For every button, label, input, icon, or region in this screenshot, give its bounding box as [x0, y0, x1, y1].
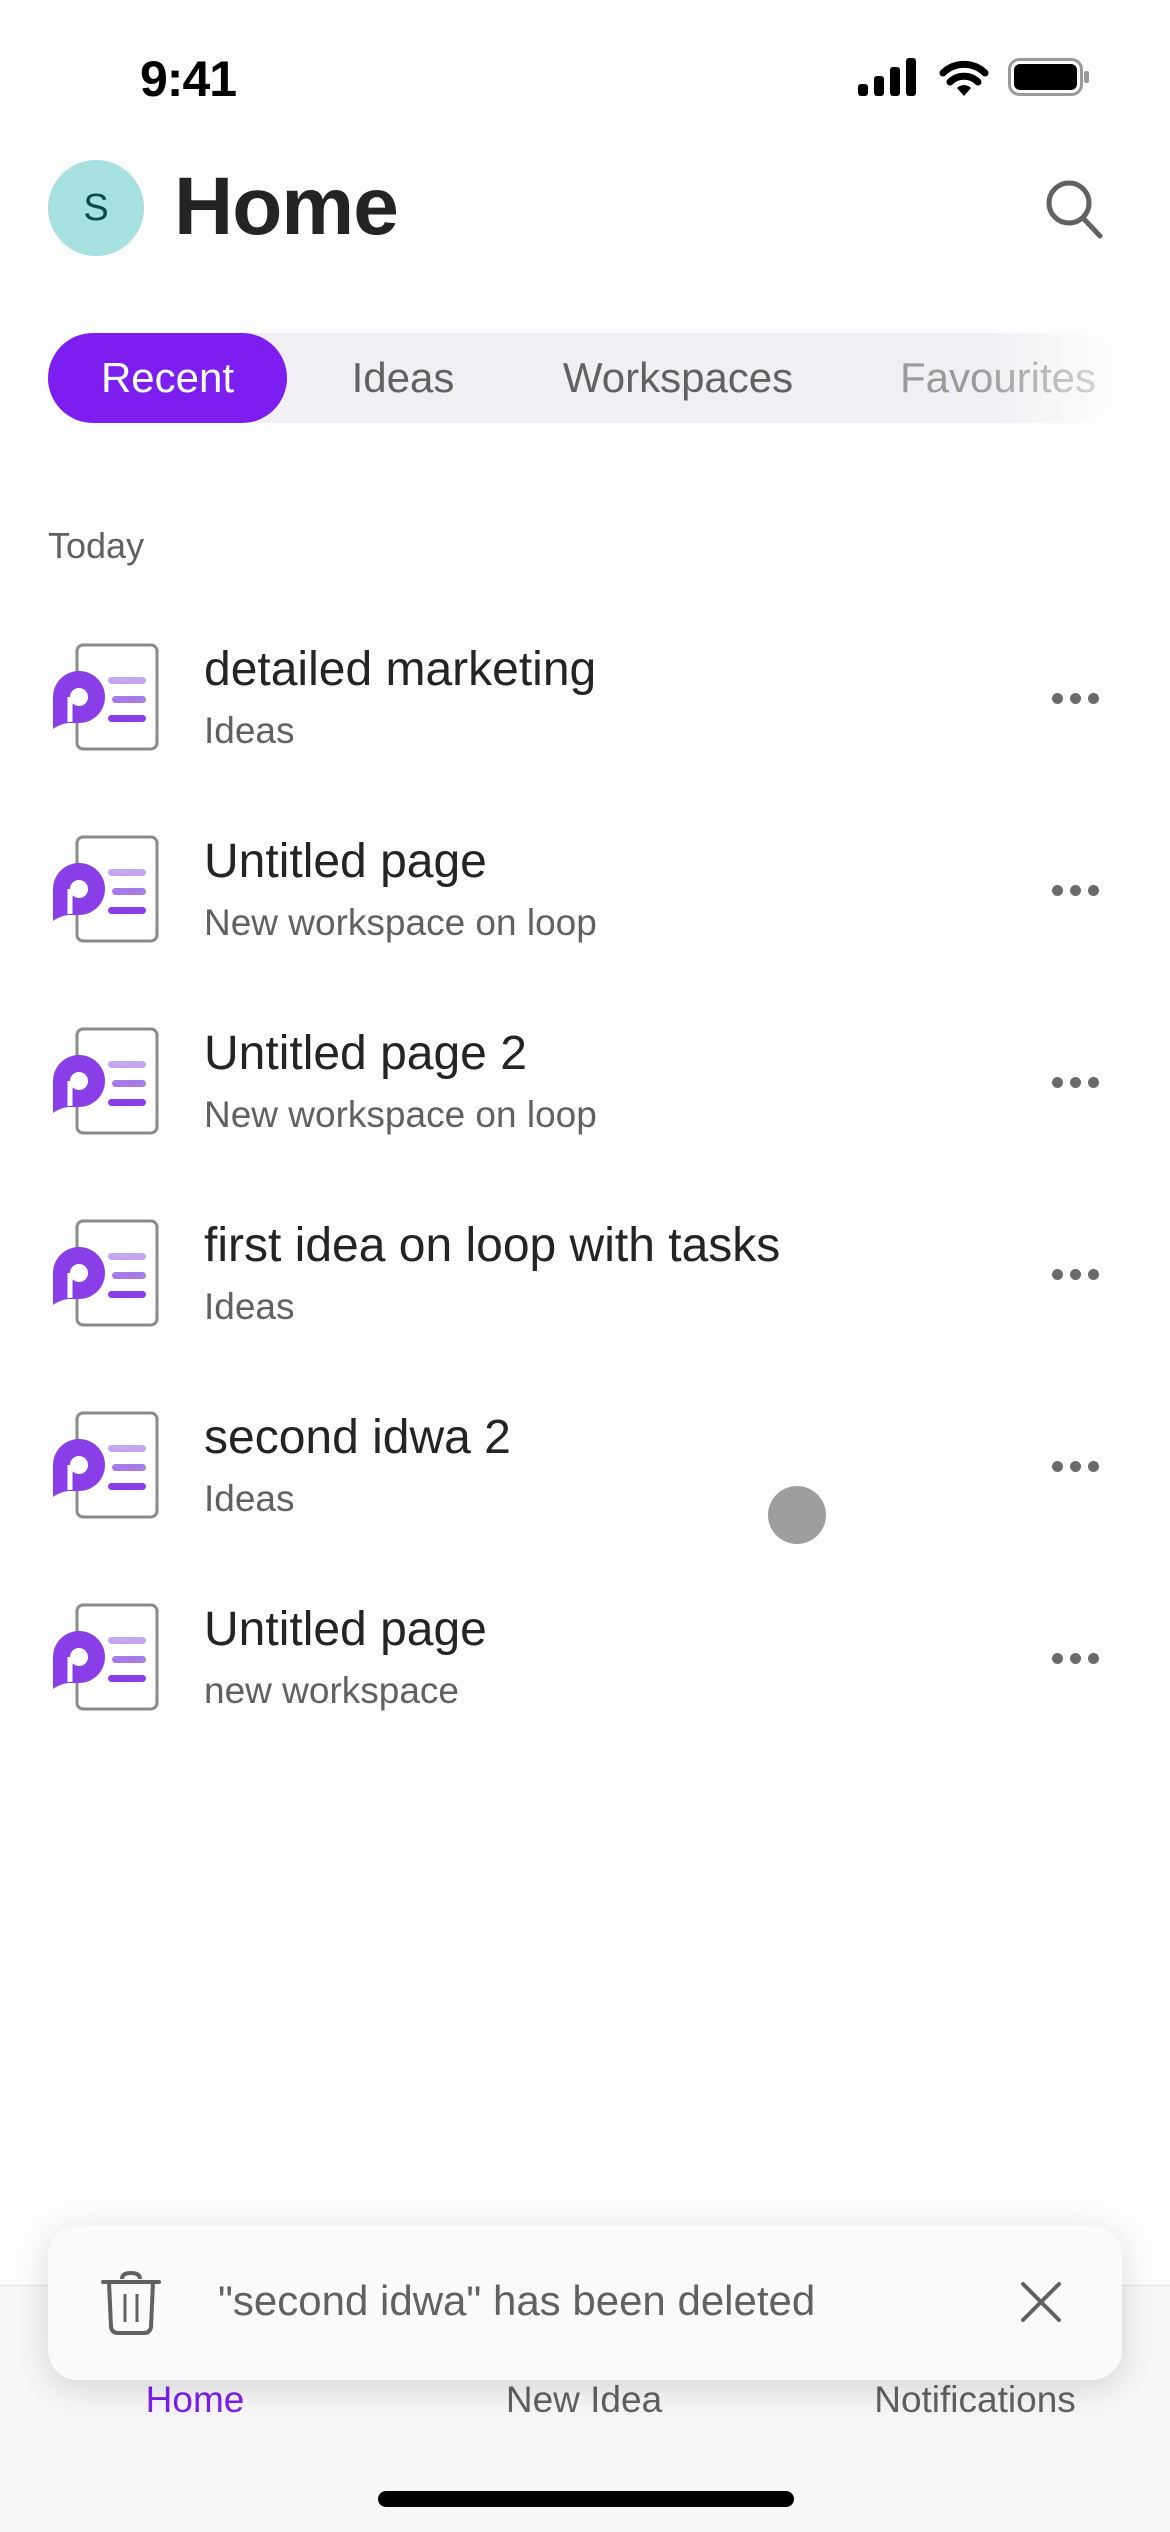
list-item[interactable]: Untitled page 2 New workspace on loop — [0, 1004, 1170, 1196]
more-icon-dot — [1051, 1076, 1063, 1088]
item-title: Untitled page 2 — [204, 1027, 527, 1080]
more-options-button[interactable] — [1040, 1246, 1110, 1302]
trash-icon — [101, 2270, 161, 2335]
item-title: detailed marketing — [204, 643, 597, 696]
tab-ideas[interactable]: Ideas — [318, 333, 488, 423]
more-icon-dot — [1069, 884, 1081, 896]
list-item[interactable]: Untitled page new workspace — [0, 1580, 1170, 1772]
battery-icon — [1008, 58, 1089, 96]
more-icon-dot — [1087, 1460, 1099, 1472]
status-icons — [858, 58, 1090, 96]
list-item[interactable]: second idwa 2 Ideas — [0, 1388, 1170, 1580]
more-icon-dot — [1087, 1652, 1099, 1664]
more-icon-dot — [1069, 1652, 1081, 1664]
more-icon-dot — [1051, 1460, 1063, 1472]
home-indicator — [378, 2491, 794, 2507]
list-item[interactable]: Untitled page New workspace on loop — [0, 812, 1170, 1004]
status-bar: 9:41 — [0, 0, 1170, 140]
recent-list: detailed marketing Ideas Untitled page N… — [0, 620, 1170, 1772]
more-options-button[interactable] — [1040, 1438, 1110, 1494]
avatar-initial: S — [83, 186, 109, 229]
tab-label: Workspaces — [562, 354, 794, 401]
signal-icon — [858, 58, 916, 96]
tab-bar-notifications[interactable]: Notifications — [825, 2379, 1125, 2421]
more-icon-dot — [1069, 1460, 1081, 1472]
page-title: Home — [174, 161, 399, 252]
more-icon-dot — [1051, 884, 1063, 896]
item-subtitle: Ideas — [204, 710, 295, 751]
more-options-button[interactable] — [1040, 670, 1110, 726]
tab-recent[interactable]: Recent — [48, 333, 287, 423]
tab-label: Ideas — [351, 354, 455, 401]
wifi-icon — [939, 60, 989, 96]
loop-page-icon — [53, 1411, 159, 1519]
item-title: second idwa 2 — [204, 1411, 511, 1464]
more-icon-dot — [1051, 1652, 1063, 1664]
item-subtitle: New workspace on loop — [204, 1094, 597, 1135]
toast-close-button[interactable] — [1006, 2267, 1076, 2337]
more-icon-dot — [1069, 692, 1081, 704]
more-icon-dot — [1051, 1268, 1063, 1280]
item-subtitle: Ideas — [204, 1286, 295, 1327]
search-icon — [1046, 180, 1103, 239]
item-title: Untitled page — [204, 835, 487, 888]
item-title: Untitled page — [204, 1603, 487, 1656]
tab-bar-new-idea[interactable]: New Idea — [434, 2379, 734, 2421]
loop-page-icon — [53, 1027, 159, 1135]
more-icon-dot — [1069, 1268, 1081, 1280]
search-button[interactable] — [1040, 174, 1110, 244]
tab-workspaces[interactable]: Workspaces — [518, 333, 838, 423]
toast-message: "second idwa" has been deleted — [218, 2277, 816, 2324]
deleted-toast: "second idwa" has been deleted — [48, 2225, 1122, 2380]
close-icon — [1021, 2282, 1061, 2322]
more-icon-dot — [1087, 1076, 1099, 1088]
list-item[interactable]: detailed marketing Ideas — [0, 620, 1170, 812]
touch-indicator — [768, 1486, 826, 1544]
loop-page-icon — [53, 835, 159, 943]
more-options-button[interactable] — [1040, 1054, 1110, 1110]
filter-tabs: Recent Ideas Workspaces Favourites — [48, 333, 1118, 423]
tab-label: Favourites — [899, 354, 1097, 401]
status-time: 9:41 — [140, 51, 237, 107]
loop-page-icon — [53, 1219, 159, 1327]
tab-label: Recent — [100, 354, 235, 401]
more-options-button[interactable] — [1040, 1630, 1110, 1686]
item-subtitle: Ideas — [204, 1478, 295, 1519]
more-options-button[interactable] — [1040, 862, 1110, 918]
avatar[interactable]: S — [48, 160, 144, 256]
header: S Home — [0, 150, 1170, 270]
loop-page-icon — [53, 1603, 159, 1711]
more-icon-dot — [1051, 692, 1063, 704]
more-icon-dot — [1087, 692, 1099, 704]
tab-favourites[interactable]: Favourites — [878, 333, 1118, 423]
item-subtitle: New workspace on loop — [204, 902, 597, 943]
more-icon-dot — [1069, 1076, 1081, 1088]
section-label-today: Today — [48, 525, 145, 566]
item-title: first idea on loop with tasks — [204, 1219, 781, 1272]
list-item[interactable]: first idea on loop with tasks Ideas — [0, 1196, 1170, 1388]
more-icon-dot — [1087, 1268, 1099, 1280]
more-icon-dot — [1087, 884, 1099, 896]
item-subtitle: new workspace — [204, 1670, 460, 1711]
loop-page-icon — [53, 643, 159, 751]
tab-bar-home[interactable]: Home — [45, 2379, 345, 2421]
